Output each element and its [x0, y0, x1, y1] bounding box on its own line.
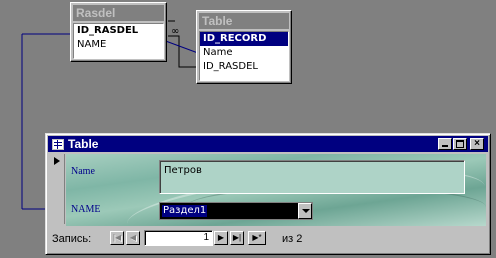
- form-titlebar[interactable]: Table ×: [48, 136, 488, 152]
- join-line: [168, 35, 196, 68]
- maximize-button[interactable]: [453, 138, 467, 150]
- first-record-button[interactable]: |◀: [110, 231, 124, 245]
- next-record-button[interactable]: ▶: [214, 231, 228, 245]
- many-symbol: ∞: [171, 26, 179, 37]
- table-fieldlist[interactable]: Table ID_RECORD Name ID_RASDEL: [196, 10, 292, 84]
- last-record-button[interactable]: ▶|: [230, 231, 244, 245]
- close-button[interactable]: ×: [470, 138, 484, 150]
- rasdel-field-body: ID_RASDEL NAME: [73, 23, 164, 59]
- rasdel-field-name[interactable]: NAME: [74, 38, 163, 52]
- rasdel-fieldlist[interactable]: Rasdel ID_RASDEL NAME: [70, 2, 167, 62]
- rasdel-combo-value: Раздел1: [162, 205, 208, 217]
- form-detail: Name Петров NAME Раздел1: [66, 154, 486, 226]
- record-number-input[interactable]: 1: [144, 230, 213, 246]
- table-fieldlist-title[interactable]: Table: [199, 13, 289, 29]
- form-icon[interactable]: [52, 139, 64, 150]
- form-title: Table: [68, 137, 99, 151]
- prev-record-button[interactable]: ◀: [126, 231, 140, 245]
- record-selector[interactable]: [50, 154, 65, 224]
- name-value: Петров: [164, 165, 202, 176]
- record-of-label: из 2: [282, 233, 302, 245]
- rasdel-combobox[interactable]: Раздел1: [159, 202, 313, 220]
- table-field-id-rasdel[interactable]: ID_RASDEL: [200, 60, 288, 74]
- record-navigation: Запись: |◀ ◀ 1 ▶ ▶| ▶* из 2: [50, 230, 486, 248]
- minimize-button[interactable]: [438, 138, 452, 150]
- new-record-button[interactable]: ▶*: [248, 231, 266, 245]
- record-of-word: из: [282, 233, 294, 245]
- record-label: Запись:: [52, 233, 92, 245]
- form-window: Table × Name Петров NAME Раздел1 Запись:…: [45, 133, 491, 255]
- callout-name-to-rasdel: [22, 30, 76, 35]
- rasdel-fieldlist-title[interactable]: Rasdel: [73, 5, 164, 21]
- table-field-id-record[interactable]: ID_RECORD: [200, 32, 288, 46]
- record-total: 2: [296, 233, 303, 245]
- combo-dropdown-button[interactable]: [298, 203, 312, 219]
- rasdel-field-id[interactable]: ID_RASDEL: [74, 24, 163, 38]
- table-field-body: ID_RECORD Name ID_RASDEL: [199, 31, 289, 81]
- name-textbox[interactable]: Петров: [159, 160, 465, 194]
- name-label: Name: [71, 166, 95, 177]
- rasdel-label: NAME: [71, 204, 101, 215]
- table-field-name[interactable]: Name: [200, 46, 288, 60]
